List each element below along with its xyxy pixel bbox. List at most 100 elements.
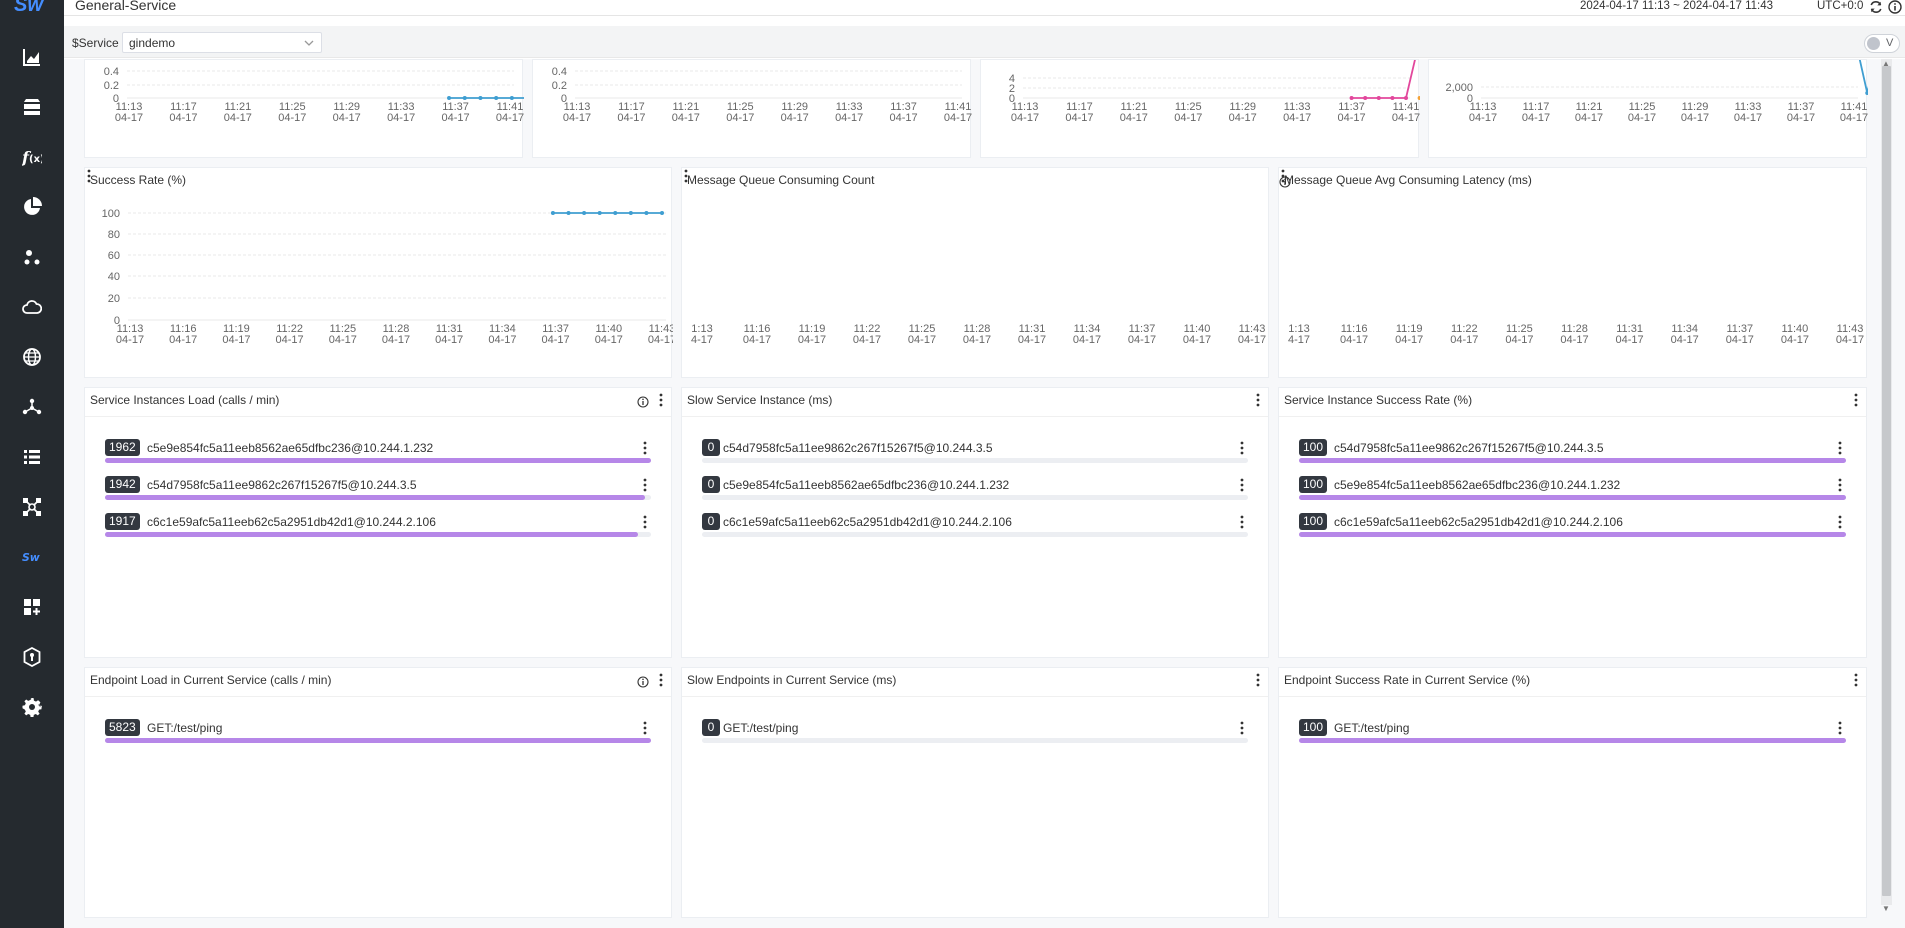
list-item[interactable]: 100 GET:/test/ping [1299, 719, 1846, 745]
sidebar-item-function[interactable]: f(x) [0, 137, 64, 177]
value-badge: 100 [1299, 513, 1328, 530]
sidebar-item-database[interactable] [0, 87, 64, 127]
skywalking-logo[interactable]: Sw [14, 0, 50, 18]
list-item-name: GET:/test/ping [147, 721, 223, 735]
data-point[interactable] [447, 96, 452, 100]
more-vertical-icon[interactable] [641, 440, 649, 456]
pie-chart-icon [24, 197, 42, 215]
list-item[interactable]: 0 c54d7958fc5a11ee9862c267f15267f5@10.244… [702, 439, 1248, 465]
data-point[interactable] [1363, 96, 1368, 100]
data-point[interactable] [1865, 91, 1868, 95]
chart-svg[interactable]: 42011:13 04-1711:17 04-1711:21 04-1711:25 04… [981, 60, 1420, 159]
sidebar-item-shield[interactable] [0, 637, 64, 677]
data-point[interactable] [613, 211, 618, 215]
sidebar-item-cloud[interactable] [0, 287, 64, 327]
more-vertical-icon[interactable] [1254, 672, 1262, 688]
scroll-up-arrow[interactable]: ▲ [1882, 59, 1890, 68]
more-vertical-icon[interactable] [1836, 477, 1844, 493]
sidebar-item-general[interactable] [0, 37, 64, 77]
data-point[interactable] [494, 96, 499, 100]
x-tick-label: 11:16 04-17 [743, 323, 771, 346]
sidebar-item-dashboard-add[interactable] [0, 587, 64, 627]
more-vertical-icon[interactable] [641, 720, 649, 736]
more-vertical-icon[interactable] [1836, 440, 1844, 456]
more-vertical-icon[interactable] [657, 672, 665, 688]
data-point[interactable] [1349, 96, 1354, 100]
x-tick-label: 11:17 04-17 [1065, 101, 1093, 124]
progress-fill [105, 532, 639, 537]
list-item[interactable]: 1942 c54d7958fc5a11ee9862c267f15267f5@10.… [105, 476, 651, 502]
chart-svg[interactable]: 2,000011:13 04-1711:17 04-1711:21 04-1711:2… [1429, 60, 1868, 159]
sidebar-item-skywalking[interactable]: Sw [0, 537, 64, 577]
data-point[interactable] [582, 211, 587, 215]
more-vertical-icon[interactable] [1238, 477, 1246, 493]
slow-endpoints-card: Slow Endpoints in Current Service (ms) 0… [681, 667, 1269, 918]
time-range-picker[interactable]: 2024-04-17 11:13 ~ 2024-04-17 11:43 [1580, 0, 1773, 12]
list-item[interactable]: 1917 c6c1e59afc5a11eeb62c5a2951db42d1@10.… [105, 513, 651, 539]
chart-svg[interactable]: 0.40.2011:13 04-1711:17 04-1711:21 04-1711:… [85, 60, 524, 159]
data-point[interactable] [644, 211, 649, 215]
list-item[interactable]: 0 c6c1e59afc5a11eeb62c5a2951db42d1@10.244… [702, 513, 1248, 539]
value-badge: 100 [1299, 719, 1328, 736]
info-icon[interactable] [1888, 0, 1902, 14]
x-tick-label: 11:19 04-17 [1395, 323, 1423, 346]
chart-svg[interactable]: 10080604020011:13 04-1711:16 04-1711:19 04-… [85, 168, 673, 379]
list-item[interactable]: 100 c6c1e59afc5a11eeb62c5a2951db42d1@10.2… [1299, 513, 1846, 539]
info-icon[interactable] [637, 396, 649, 408]
data-point[interactable] [1390, 96, 1395, 100]
chart-svg[interactable]: 0.40.2011:13 04-1711:17 04-1711:21 04-1711:… [533, 60, 972, 159]
more-vertical-icon[interactable] [1852, 392, 1860, 408]
data-point[interactable] [509, 96, 514, 100]
sidebar-item-list[interactable] [0, 437, 64, 477]
chart-svg[interactable]: 1:13 4-17 11:16 04-17 11:19 04-17 11:22 04-17 11… [1279, 168, 1868, 379]
data-point[interactable] [1417, 96, 1420, 100]
list-item[interactable]: 0 c5e9e854fc5a11eeb8562ae65dfbc236@10.244… [702, 476, 1248, 502]
reload-icon[interactable] [1869, 0, 1883, 14]
sidebar-item-globe[interactable] [0, 337, 64, 377]
sidebar-item-nodes[interactable] [0, 237, 64, 277]
sidebar-item-settings[interactable] [0, 687, 64, 727]
list-item[interactable]: 0 GET:/test/ping [702, 719, 1248, 745]
more-vertical-icon[interactable] [1836, 720, 1844, 736]
more-vertical-icon[interactable] [641, 514, 649, 530]
chart-svg[interactable]: 1:13 4-17 11:16 04-17 11:19 04-17 11:22 04-17 11… [682, 168, 1270, 379]
data-point[interactable] [478, 96, 483, 100]
list-item-name: c5e9e854fc5a11eeb8562ae65dfbc236@10.244.… [147, 441, 434, 455]
list-item[interactable]: 5823 GET:/test/ping [105, 719, 651, 745]
x-tick-label: 11:25 04-17 [726, 101, 754, 124]
more-vertical-icon[interactable] [1852, 672, 1860, 688]
data-point[interactable] [566, 211, 571, 215]
more-vertical-icon[interactable] [1254, 392, 1262, 408]
data-point[interactable] [1404, 96, 1408, 100]
more-vertical-icon[interactable] [682, 168, 690, 184]
more-vertical-icon[interactable] [657, 392, 665, 408]
data-point[interactable] [1376, 96, 1381, 100]
more-vertical-icon[interactable] [1279, 168, 1287, 184]
data-point[interactable] [660, 211, 664, 215]
service-label: $Service [72, 36, 119, 50]
more-vertical-icon[interactable] [1238, 720, 1246, 736]
more-vertical-icon[interactable] [1238, 514, 1246, 530]
service-select[interactable]: gindemo [122, 32, 322, 53]
data-point[interactable] [550, 211, 555, 215]
data-point[interactable] [597, 211, 602, 215]
scroll-down-arrow[interactable]: ▼ [1882, 904, 1890, 913]
data-point[interactable] [628, 211, 633, 215]
gear-icon [22, 698, 42, 717]
info-icon[interactable] [637, 676, 649, 688]
list-item[interactable]: 100 c54d7958fc5a11ee9862c267f15267f5@10.2… [1299, 439, 1846, 465]
more-vertical-icon[interactable] [641, 477, 649, 493]
list-item[interactable]: 100 c5e9e854fc5a11eeb8562ae65dfbc236@10.2… [1299, 476, 1846, 502]
sidebar-item-network[interactable] [0, 487, 64, 527]
sidebar-item-pie[interactable] [0, 187, 64, 227]
more-vertical-icon[interactable] [85, 168, 93, 184]
sidebar-item-topology[interactable] [0, 387, 64, 427]
more-vertical-icon[interactable] [1238, 440, 1246, 456]
visualization-toggle[interactable]: V [1864, 34, 1900, 53]
list-item[interactable]: 1962 c5e9e854fc5a11eeb8562ae65dfbc236@10.… [105, 439, 651, 465]
timezone-label[interactable]: UTC+0:0 [1817, 0, 1863, 12]
data-point[interactable] [462, 96, 467, 100]
x-tick-label: 11:37 04-17 [890, 101, 918, 124]
scrollbar-thumb[interactable] [1882, 66, 1891, 896]
more-vertical-icon[interactable] [1836, 514, 1844, 530]
